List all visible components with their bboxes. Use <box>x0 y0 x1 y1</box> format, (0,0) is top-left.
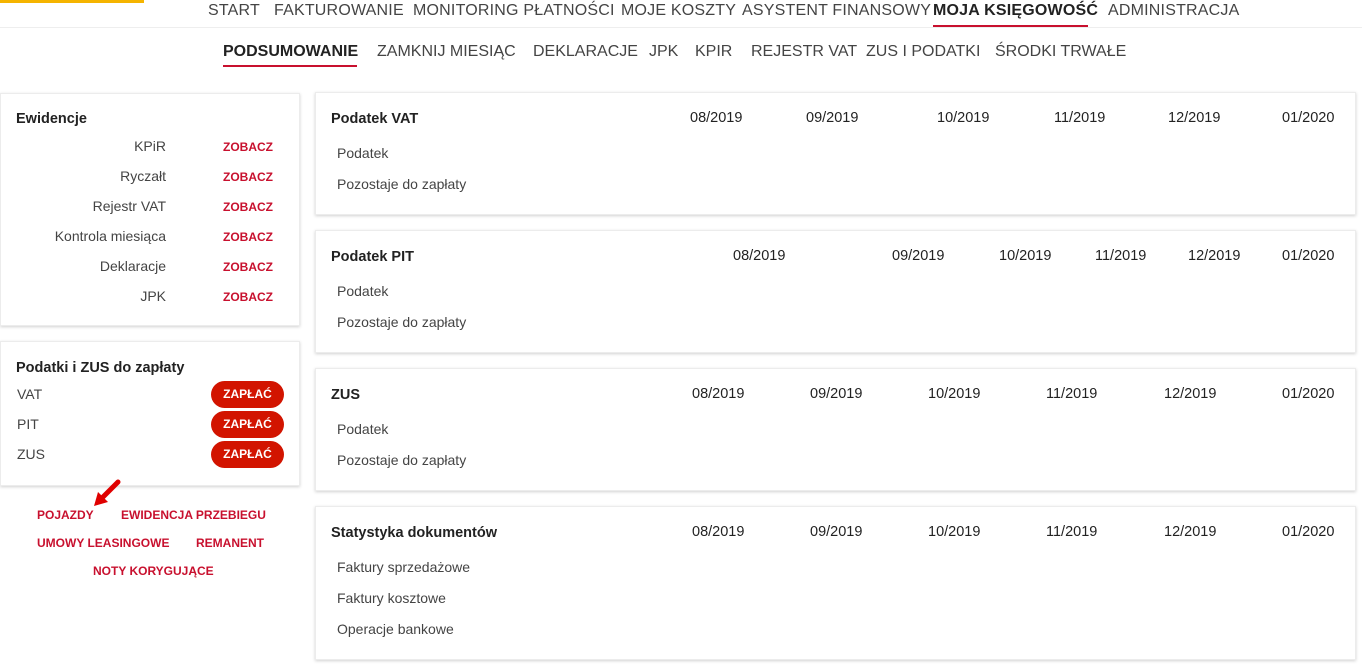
pay-pit-button[interactable]: ZAPŁAĆ <box>211 411 284 438</box>
period-header: 10/2019 <box>999 248 1052 264</box>
zobacz-kpir-link[interactable]: ZOBACZ <box>223 140 273 154</box>
ewidencje-row: Ryczałt ZOBACZ <box>1 168 286 188</box>
pojazdy-link[interactable]: POJAZDY <box>37 508 94 522</box>
period-header: 08/2019 <box>690 110 743 126</box>
period-header: 12/2019 <box>1164 524 1217 540</box>
period-header: 08/2019 <box>692 386 745 402</box>
period-header: 11/2019 <box>1054 110 1106 126</box>
tab-deklaracje[interactable]: DEKLARACJE <box>533 42 638 62</box>
row-label: Faktury sprzedażowe <box>337 559 471 575</box>
ewidencje-card: Ewidencje KPiR ZOBACZ Ryczałt ZOBACZ Rej… <box>0 93 300 326</box>
tab-srodki-trwale[interactable]: ŚRODKI TRWAŁE <box>995 42 1126 62</box>
main-nav: START FAKTUROWANIE MONITORING PŁATNOŚCI … <box>0 0 1362 28</box>
vat-panel: Podatek VAT 08/2019 09/2019 10/2019 11/2… <box>315 92 1356 215</box>
zobacz-ryczalt-link[interactable]: ZOBACZ <box>223 170 273 184</box>
period-header: 10/2019 <box>937 110 990 126</box>
row-label: Podatek <box>337 421 389 437</box>
sub-nav: PODSUMOWANIE ZAMKNIJ MIESIĄC DEKLARACJE … <box>0 38 1362 70</box>
ewidencje-row: Deklaracje ZOBACZ <box>1 258 286 278</box>
statystyka-panel: Statystyka dokumentów 08/2019 09/2019 10… <box>315 506 1356 660</box>
tax-label: PIT <box>17 416 39 432</box>
period-header: 12/2019 <box>1164 386 1217 402</box>
ewidencje-label: Rejestr VAT <box>92 198 166 214</box>
nav-asystent-finansowy[interactable]: ASYSTENT FINANSOWY <box>742 1 931 21</box>
period-header: 10/2019 <box>928 524 981 540</box>
row-label: Podatek <box>337 283 389 299</box>
ewidencje-title: Ewidencje <box>16 111 87 127</box>
nav-administracja[interactable]: ADMINISTRACJA <box>1108 1 1240 21</box>
period-header: 12/2019 <box>1188 248 1241 264</box>
row-label: Pozostaje do zapłaty <box>337 314 467 330</box>
noty-korygujace-link[interactable]: NOTY KORYGUJĄCE <box>93 564 214 578</box>
tab-active-underline <box>223 65 357 67</box>
period-header: 10/2019 <box>928 386 981 402</box>
nav-moje-koszty[interactable]: MOJE KOSZTY <box>621 1 736 21</box>
remanent-link[interactable]: REMANENT <box>196 536 264 550</box>
ewidencje-row: Rejestr VAT ZOBACZ <box>1 198 286 218</box>
tax-row: VAT ZAPŁAĆ <box>1 381 299 409</box>
period-header: 01/2020 <box>1282 248 1335 264</box>
tax-label: ZUS <box>17 446 45 462</box>
ewidencje-label: Deklaracje <box>99 258 166 274</box>
arrow-icon <box>94 479 121 506</box>
pay-vat-button[interactable]: ZAPŁAĆ <box>211 381 284 408</box>
period-header: 11/2019 <box>1046 524 1098 540</box>
period-header: 11/2019 <box>1095 248 1147 264</box>
tax-row: PIT ZAPŁAĆ <box>1 411 299 439</box>
period-header: 08/2019 <box>692 524 745 540</box>
nav-moja-ksiegowosc[interactable]: MOJA KSIĘGOWOŚĆ <box>933 1 1098 21</box>
period-header: 08/2019 <box>733 248 786 264</box>
row-label: Podatek <box>337 145 389 161</box>
period-header: 09/2019 <box>892 248 945 264</box>
podatki-card: Podatki i ZUS do zapłaty VAT ZAPŁAĆ PIT … <box>0 341 300 486</box>
ewidencje-label: Ryczałt <box>120 168 166 184</box>
statystyka-panel-title: Statystyka dokumentów <box>331 525 497 541</box>
pay-zus-button[interactable]: ZAPŁAĆ <box>211 441 284 468</box>
zobacz-rejestr-vat-link[interactable]: ZOBACZ <box>223 200 273 214</box>
tab-zus-i-podatki[interactable]: ZUS I PODATKI <box>866 42 980 62</box>
tax-label: VAT <box>17 386 43 402</box>
nav-active-underline <box>933 25 1088 27</box>
tax-row: ZUS ZAPŁAĆ <box>1 441 299 469</box>
period-header: 11/2019 <box>1046 386 1098 402</box>
vat-panel-title: Podatek VAT <box>331 111 419 127</box>
podatki-title: Podatki i ZUS do zapłaty <box>16 360 185 376</box>
row-label: Pozostaje do zapłaty <box>337 452 467 468</box>
row-label: Pozostaje do zapłaty <box>337 176 467 192</box>
period-header: 09/2019 <box>810 386 863 402</box>
ewidencje-row: KPiR ZOBACZ <box>1 138 286 158</box>
tab-jpk[interactable]: JPK <box>649 42 678 62</box>
nav-start[interactable]: START <box>208 1 260 21</box>
period-header: 09/2019 <box>810 524 863 540</box>
period-header: 01/2020 <box>1282 386 1335 402</box>
ewidencja-przebiegu-link[interactable]: EWIDENCJA PRZEBIEGU <box>121 508 266 522</box>
ewidencje-row: JPK ZOBACZ <box>1 288 286 308</box>
ewidencje-label: KPiR <box>134 138 166 154</box>
period-header: 12/2019 <box>1168 110 1221 126</box>
row-label: Operacje bankowe <box>337 621 454 637</box>
zobacz-kontrola-link[interactable]: ZOBACZ <box>223 230 273 244</box>
zus-panel: ZUS 08/2019 09/2019 10/2019 11/2019 12/2… <box>315 368 1356 491</box>
zobacz-deklaracje-link[interactable]: ZOBACZ <box>223 260 273 274</box>
pit-panel-title: Podatek PIT <box>331 249 414 265</box>
tab-rejestr-vat[interactable]: REJESTR VAT <box>751 42 857 62</box>
zus-panel-title: ZUS <box>331 387 360 403</box>
tab-zamknij-miesiac[interactable]: ZAMKNIJ MIESIĄC <box>377 42 516 62</box>
period-header: 09/2019 <box>806 110 859 126</box>
nav-fakturowanie[interactable]: FAKTUROWANIE <box>274 1 404 21</box>
tab-kpir[interactable]: KPIR <box>695 42 732 62</box>
ewidencje-label: JPK <box>140 288 166 304</box>
row-label: Faktury kosztowe <box>337 590 446 606</box>
ewidencje-label: Kontrola miesiąca <box>54 228 166 244</box>
period-header: 01/2020 <box>1282 110 1335 126</box>
period-header: 01/2020 <box>1282 524 1335 540</box>
ewidencje-row: Kontrola miesiąca ZOBACZ <box>1 228 286 248</box>
tab-podsumowanie[interactable]: PODSUMOWANIE <box>223 42 358 62</box>
pit-panel: Podatek PIT 08/2019 09/2019 10/2019 11/2… <box>315 230 1356 353</box>
nav-monitoring-platnosci[interactable]: MONITORING PŁATNOŚCI <box>413 1 615 21</box>
zobacz-jpk-link[interactable]: ZOBACZ <box>223 290 273 304</box>
umowy-leasingowe-link[interactable]: UMOWY LEASINGOWE <box>37 536 169 550</box>
